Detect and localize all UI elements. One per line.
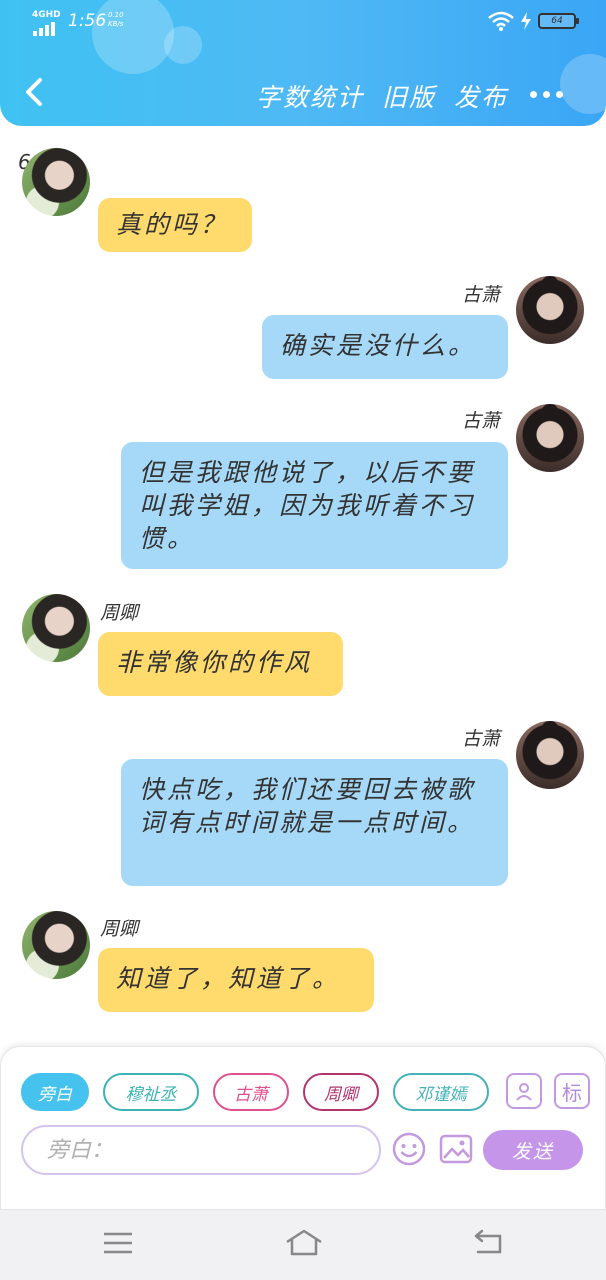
- network-type: 4GHD: [32, 10, 61, 20]
- battery-icon: 64: [538, 13, 579, 29]
- word-count-button[interactable]: 字数统计: [256, 78, 364, 114]
- status-right: 64: [488, 11, 579, 31]
- avatar-guxiao[interactable]: [516, 404, 584, 472]
- message-bubble[interactable]: 知道了，知道了。: [98, 948, 374, 1012]
- battery-level: 64: [551, 16, 563, 26]
- network-speed: 0.10 KB/s: [108, 11, 124, 28]
- message-input[interactable]: [21, 1125, 381, 1175]
- signal-icon: [33, 22, 55, 36]
- charging-icon: [521, 12, 531, 30]
- publish-button[interactable]: 发布: [454, 78, 508, 114]
- avatar-guxiao[interactable]: [516, 276, 584, 344]
- sender-name: 古萧: [462, 728, 501, 750]
- nav-row: 字数统计 旧版 发布: [0, 70, 606, 118]
- tag-button[interactable]: 标: [554, 1073, 590, 1109]
- message-bubble[interactable]: 真的吗？: [98, 198, 252, 252]
- emoji-icon[interactable]: [391, 1131, 427, 1167]
- top-bar: 4GHD 1:56 0.10 KB/s 64 字数统计 旧版 发布: [0, 0, 606, 126]
- role-chip-deng[interactable]: 邓谨嫣: [393, 1073, 489, 1111]
- menu-icon[interactable]: [100, 1228, 136, 1258]
- sender-name: 周卿: [100, 918, 139, 940]
- avatar-zhouqing[interactable]: [22, 594, 90, 662]
- role-chip-narrator[interactable]: 旁白: [21, 1073, 89, 1111]
- home-icon[interactable]: [284, 1228, 324, 1258]
- message-bubble[interactable]: 非常像你的作风: [98, 632, 343, 696]
- wifi-icon: [488, 11, 514, 31]
- sender-name: 古萧: [462, 284, 501, 306]
- header-actions: 字数统计 旧版 发布: [256, 78, 508, 114]
- image-icon[interactable]: [438, 1131, 474, 1167]
- message-bubble[interactable]: 但是我跟他说了，以后不要叫我学姐，因为我听着不习惯。: [121, 442, 508, 569]
- chat-area[interactable]: 6. 真的吗？ 古萧 确实是没什么。 古萧 但是我跟他说了，以后不要叫我学姐，因…: [0, 126, 606, 1046]
- status-bar: 4GHD 1:56 0.10 KB/s 64: [0, 8, 606, 38]
- sender-name: 古萧: [462, 410, 501, 432]
- role-chip-guxiao[interactable]: 古萧: [213, 1073, 289, 1111]
- message-bubble[interactable]: 快点吃，我们还要回去被歌词有点时间就是一点时间。: [121, 759, 508, 886]
- message-bubble[interactable]: 确实是没什么。: [262, 315, 508, 379]
- role-selector: 旁白 穆祉丞 古萧 周卿 邓谨嫣: [21, 1073, 489, 1111]
- role-chip-mu[interactable]: 穆祉丞: [103, 1073, 199, 1111]
- avatar-zhouqing[interactable]: [22, 148, 90, 216]
- role-chip-zhouqing[interactable]: 周卿: [303, 1073, 379, 1111]
- composer-panel: 旁白 穆祉丞 古萧 周卿 邓谨嫣 标 发送: [0, 1046, 606, 1210]
- send-button[interactable]: 发送: [483, 1130, 583, 1170]
- avatar-zhouqing[interactable]: [22, 911, 90, 979]
- sender-name: 周卿: [100, 602, 139, 624]
- more-icon[interactable]: [530, 82, 570, 106]
- system-nav-bar: [0, 1210, 606, 1280]
- old-version-button[interactable]: 旧版: [382, 78, 436, 114]
- role-manage-icon[interactable]: [506, 1073, 542, 1109]
- clock: 1:56: [68, 11, 107, 31]
- back-nav-icon[interactable]: [470, 1228, 506, 1258]
- avatar-guxiao[interactable]: [516, 721, 584, 789]
- back-icon[interactable]: [18, 74, 54, 110]
